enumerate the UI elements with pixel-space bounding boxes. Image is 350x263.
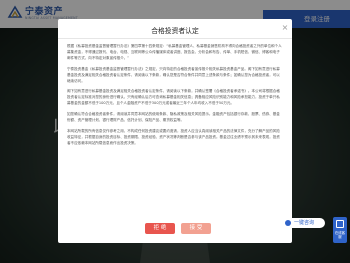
chat-icon [285, 220, 291, 226]
modal-header: 合格投资者认定 × [58, 19, 292, 39]
terms-paragraph-4: 如您确认符合合格投资者条件，请阅读并同意本网站的使用条款、隐私政策及相关风险提示… [67, 112, 280, 123]
customer-service-label: 在线客服 [334, 231, 346, 239]
headset-icon [336, 220, 344, 228]
terms-paragraph-5: 本网站所载的所有信息仅作参考之用，不构成任何投资建议或要约邀请，投资人应当认真阅… [67, 128, 280, 145]
customer-service-button[interactable]: 在线客服 [333, 217, 347, 243]
modal-body[interactable]: 根据《私募投资基金监督管理暂行办法》第四章第十四条规定：“私募基金管理人、私募基… [67, 44, 283, 210]
terms-paragraph-3: 阁下如有意进行私募基金投资及满足相关合格投资者认定条件，请阅读以下条款，并确认签… [67, 89, 280, 106]
close-icon[interactable]: × [281, 24, 289, 32]
modal-title: 合格投资者认定 [151, 27, 199, 35]
reject-button[interactable]: 拒 绝 [145, 223, 175, 234]
accept-button[interactable]: 接 受 [181, 223, 211, 234]
consult-button[interactable]: 一键咨询 [283, 218, 325, 228]
qualified-investor-modal: 合格投资者认定 × 根据《私募投资基金监督管理暂行办法》第四章第十四条规定：“私… [58, 19, 292, 243]
terms-paragraph-2: 宁泰投资基金《私募投资基金监督管理暂行办法》之规定，只向特定的合格投资者宣传推介… [67, 66, 280, 83]
consult-label: 一键咨询 [294, 220, 315, 226]
terms-paragraph-1: 根据《私募投资基金监督管理暂行办法》第四章第十四条规定：“私募基金管理人、私募基… [67, 44, 282, 60]
